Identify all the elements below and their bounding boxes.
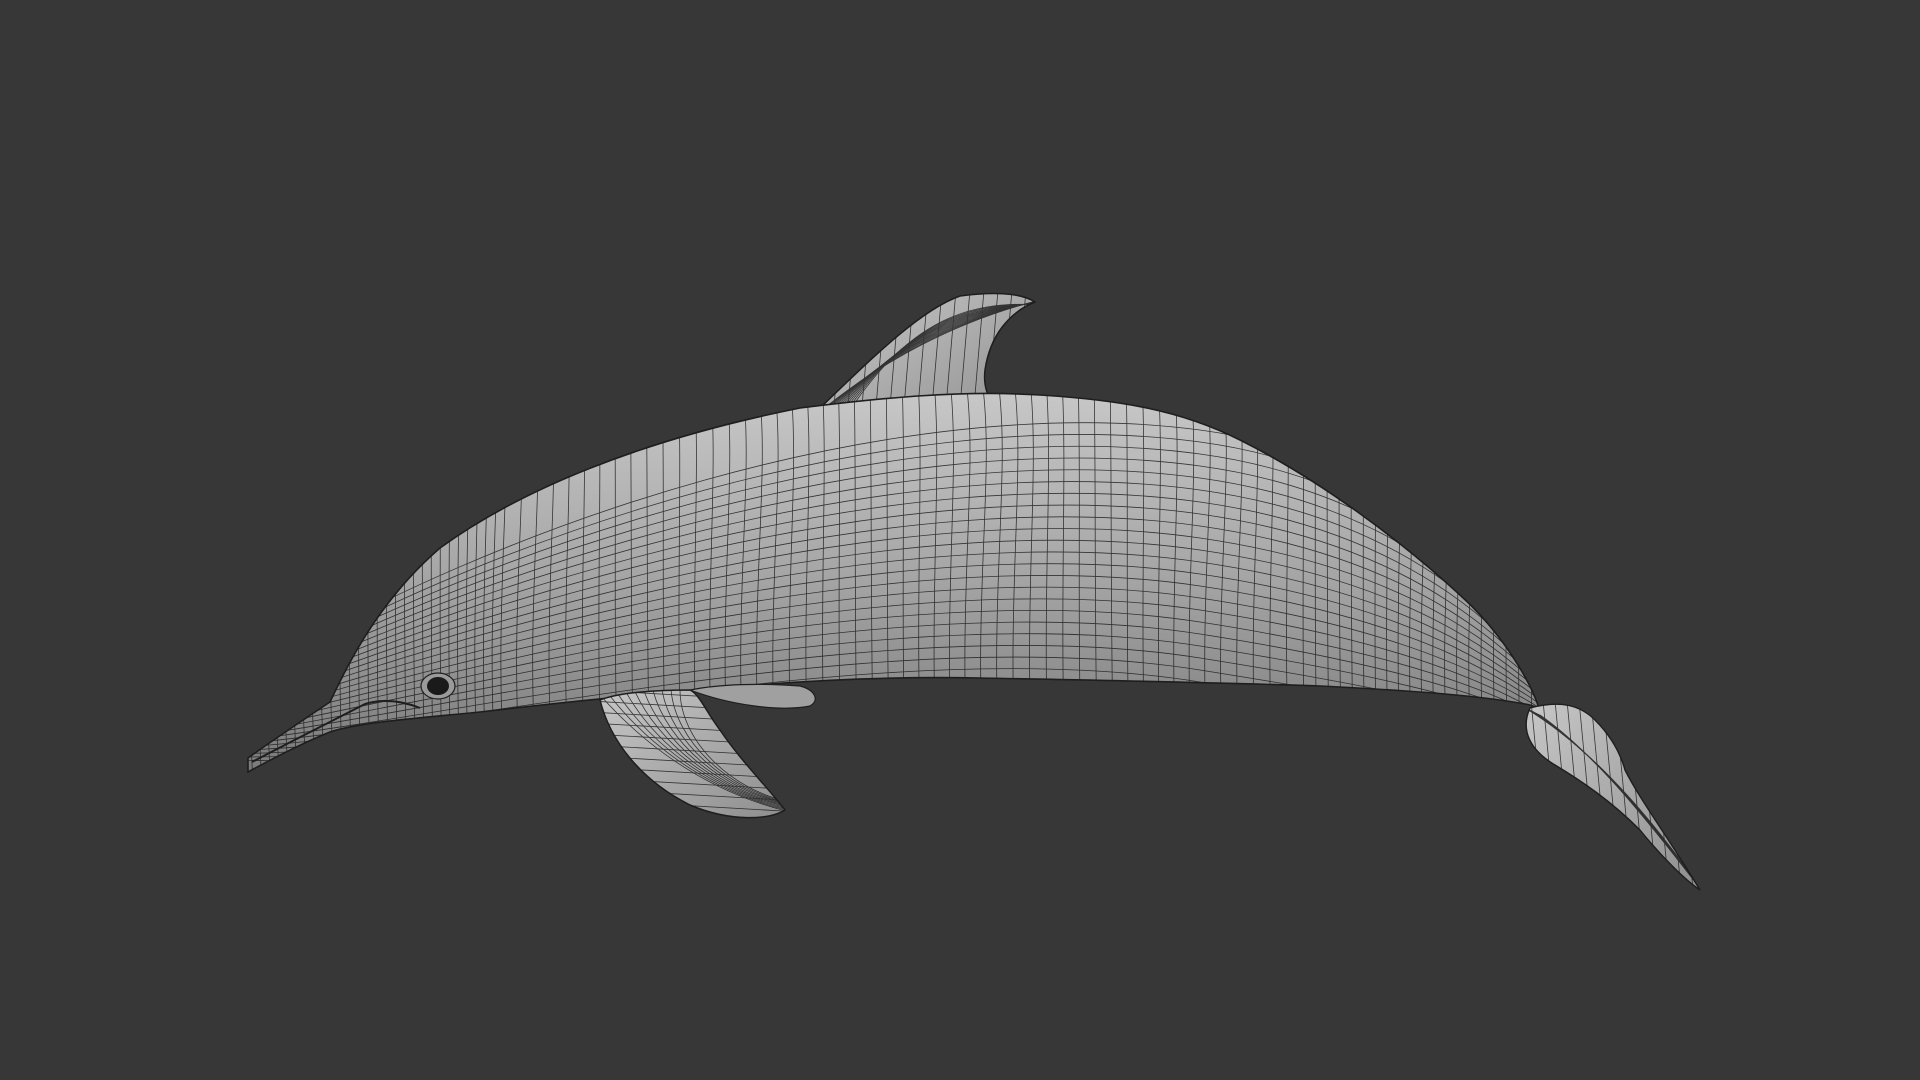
3d-viewport[interactable] <box>0 0 1920 1080</box>
dolphin-body <box>247 392 1611 773</box>
belly-fin <box>689 683 816 709</box>
eye-icon <box>420 672 456 700</box>
pectoral-fin <box>599 689 786 819</box>
dolphin-scene <box>247 292 1701 891</box>
tail-fluke <box>1525 703 1701 891</box>
